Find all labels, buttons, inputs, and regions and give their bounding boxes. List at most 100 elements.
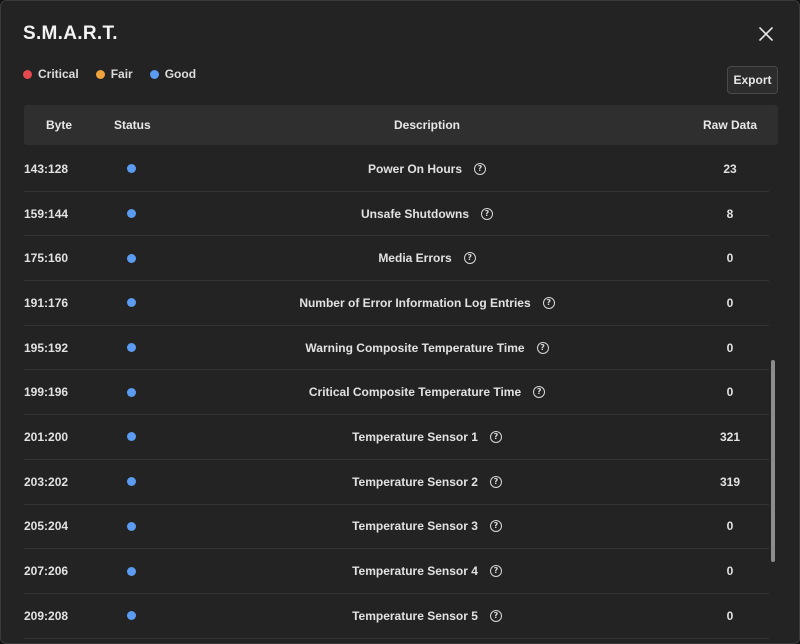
- row-status: [127, 415, 136, 459]
- help-circle-icon[interactable]: ?: [474, 162, 486, 175]
- header-byte: Byte: [46, 118, 73, 132]
- table-row: 199:196 Critical Composite Temperature Ti…: [24, 370, 769, 416]
- row-raw-data: 23: [723, 161, 737, 176]
- status-good-dot-icon: [127, 566, 136, 576]
- row-status: [127, 236, 136, 280]
- row-status: [127, 192, 136, 236]
- table-row: 143:128 Power On Hours? 23: [24, 147, 769, 192]
- row-status: [127, 505, 136, 549]
- row-byte: 203:202: [24, 474, 69, 489]
- row-byte: 209:208: [24, 608, 69, 623]
- smart-table-body[interactable]: 143:128 Power On Hours? 23 159:144 Unsafe Sh…: [24, 147, 769, 643]
- table-row: 195:192 Warning Composite Temperature Tim…: [24, 326, 769, 371]
- help-circle-icon[interactable]: ?: [489, 609, 502, 622]
- help-circle-icon[interactable]: ?: [489, 565, 502, 578]
- row-byte: 143:128: [24, 161, 69, 176]
- help-circle-icon[interactable]: ?: [489, 475, 502, 488]
- help-circle-icon[interactable]: ?: [542, 296, 555, 309]
- row-description-text: Number of Error Information Log Entries: [299, 295, 531, 310]
- row-status: [127, 326, 136, 370]
- table-row: 159:144 Unsafe Shutdowns? 8: [24, 192, 769, 237]
- row-description: Unsafe Shutdowns?: [164, 192, 690, 236]
- table-row: 205:204 Temperature Sensor 3? 0: [24, 505, 769, 550]
- row-description-text: Warning Composite Temperature Time: [305, 340, 525, 355]
- table-row: 209:208 Temperature Sensor 5? 0: [24, 594, 769, 639]
- status-good-dot-icon: [127, 432, 136, 442]
- header-raw-data: Raw Data: [702, 118, 758, 132]
- fair-dot-icon: [95, 69, 105, 79]
- export-button[interactable]: Export: [727, 66, 778, 94]
- row-raw-data: 0: [726, 385, 734, 400]
- table-row: 191:176 Number of Error Information Log E…: [24, 281, 769, 326]
- row-raw-data: 0: [726, 608, 734, 623]
- row-description-text: Temperature Sensor 1: [352, 429, 478, 444]
- header-status: Status: [114, 118, 151, 132]
- row-byte: 195:192: [24, 340, 69, 355]
- status-good-dot-icon: [127, 611, 136, 621]
- help-circle-icon[interactable]: ?: [536, 341, 549, 354]
- row-status: [127, 370, 136, 414]
- row-status: [127, 281, 136, 325]
- row-description: Power On Hours?: [164, 147, 690, 191]
- dialog-title: S.M.A.R.T.: [23, 23, 118, 44]
- close-button[interactable]: [755, 23, 777, 45]
- legend-label-fair: Fair: [110, 67, 133, 81]
- row-byte: 201:200: [24, 429, 69, 444]
- row-status: [127, 594, 136, 638]
- table-row: 175:160 Media Errors? 0: [24, 236, 769, 282]
- help-circle-icon[interactable]: ?: [463, 252, 476, 265]
- row-description-text: Power On Hours: [367, 161, 462, 176]
- status-good-dot-icon: [127, 477, 136, 487]
- critical-dot-icon: [23, 69, 32, 79]
- status-good-dot-icon: [127, 209, 136, 219]
- status-good-dot-icon: [127, 387, 136, 397]
- status-good-dot-icon: [127, 521, 136, 531]
- row-description: Temperature Sensor 3?: [164, 505, 690, 549]
- row-raw-data: 0: [726, 251, 734, 266]
- row-description: Media Errors?: [164, 236, 690, 280]
- legend-item-fair: Fair: [95, 67, 133, 81]
- row-byte: 199:196: [24, 385, 69, 400]
- help-circle-icon[interactable]: ?: [481, 207, 493, 220]
- status-legend: Critical Fair Good: [23, 67, 213, 81]
- row-raw-data: 8: [726, 206, 734, 221]
- scrollbar-thumb[interactable]: [771, 360, 775, 562]
- close-icon: [759, 27, 773, 41]
- legend-label-good: Good: [164, 67, 197, 81]
- row-description-text: Temperature Sensor 5: [352, 608, 478, 623]
- table-header: Byte Status Description Raw Data: [24, 105, 778, 145]
- legend-item-good: Good: [149, 67, 197, 81]
- good-dot-icon: [149, 69, 159, 79]
- help-circle-icon[interactable]: ?: [533, 386, 546, 399]
- row-description: Temperature Sensor 5?: [164, 594, 690, 638]
- status-good-dot-icon: [127, 298, 136, 308]
- row-status: [127, 147, 136, 191]
- row-raw-data: 319: [719, 474, 741, 489]
- row-raw-data: 321: [719, 429, 741, 444]
- row-raw-data: 0: [726, 295, 734, 310]
- row-byte: 205:204: [24, 519, 69, 534]
- row-description: Critical Composite Temperature Time?: [164, 370, 690, 414]
- row-status: [127, 460, 136, 504]
- row-description: Temperature Sensor 2?: [164, 460, 690, 504]
- row-description-text: Temperature Sensor 4: [352, 564, 478, 579]
- row-byte: 159:144: [24, 206, 69, 221]
- row-description: Temperature Sensor 4?: [164, 549, 690, 593]
- row-description: Warning Composite Temperature Time?: [164, 326, 690, 370]
- legend-item-critical: Critical: [23, 67, 79, 81]
- status-good-dot-icon: [127, 164, 136, 174]
- row-raw-data: 0: [726, 340, 734, 355]
- table-row: 207:206 Temperature Sensor 4? 0: [24, 549, 769, 594]
- row-byte: 175:160: [24, 251, 69, 266]
- row-description-text: Temperature Sensor 2: [352, 474, 478, 489]
- row-description-text: Critical Composite Temperature Time: [308, 385, 522, 400]
- row-description: Number of Error Information Log Entries?: [164, 281, 690, 325]
- table-row: 201:200 Temperature Sensor 1? 321: [24, 415, 769, 460]
- help-circle-icon[interactable]: ?: [489, 430, 502, 443]
- row-description: Temperature Sensor 1?: [164, 415, 690, 459]
- legend-label-critical: Critical: [38, 67, 79, 81]
- row-description-text: Media Errors: [378, 251, 452, 266]
- row-byte: 207:206: [24, 564, 69, 579]
- help-circle-icon[interactable]: ?: [489, 520, 502, 533]
- row-raw-data: 0: [726, 564, 734, 579]
